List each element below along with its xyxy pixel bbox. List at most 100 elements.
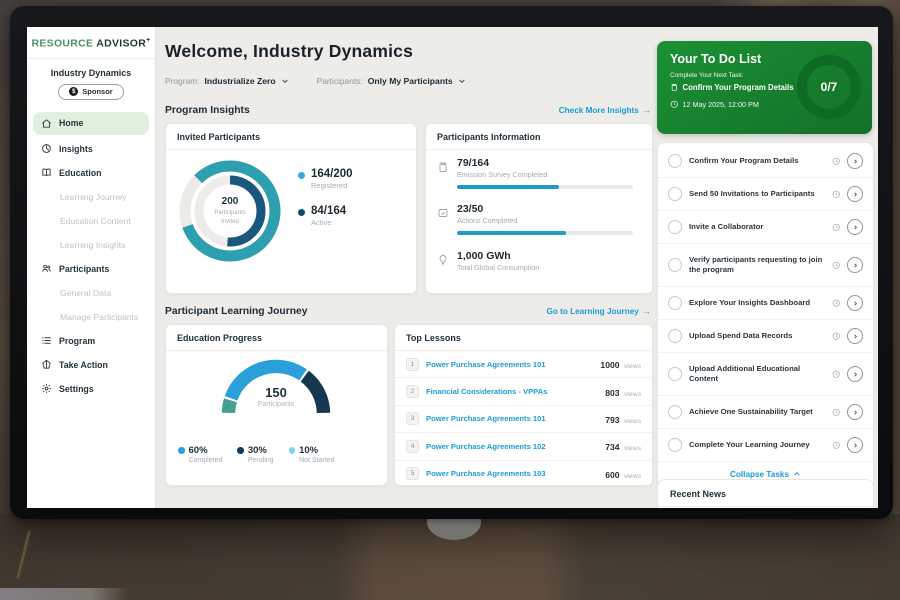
chevron-down-icon	[281, 77, 289, 85]
clock-icon	[832, 370, 841, 379]
views-label: views	[624, 473, 641, 480]
task-checkbox[interactable]	[668, 296, 682, 310]
todo-progress-ring: 0/7	[797, 55, 861, 119]
lesson-row[interactable]: 2 Financial Considerations - VPPAs 803 v…	[395, 378, 652, 405]
sidebar-item-label: Insights	[59, 144, 93, 154]
task-row[interactable]: Verify participants requesting to join t…	[658, 244, 873, 287]
lesson-link[interactable]: Financial Considerations - VPPAs	[426, 387, 598, 396]
sidebar-item-label: Education	[59, 168, 102, 178]
task-row[interactable]: Explore Your Insights Dashboard	[658, 287, 873, 320]
sidebar-item-education[interactable]: Education	[27, 161, 155, 185]
sidebar-item-manage-participants[interactable]: Manage Participants	[27, 305, 155, 329]
sidebar-item-learning-journey[interactable]: Learning Journey	[27, 185, 155, 209]
sidebar-item-label: Learning Insights	[60, 240, 125, 250]
task-checkbox[interactable]	[668, 438, 682, 452]
filters-row: Program: Industrialize Zero Participants…	[165, 76, 466, 86]
task-checkbox[interactable]	[668, 187, 682, 201]
lesson-row[interactable]: 4 Power Purchase Agreements 102 734 view…	[395, 433, 652, 460]
recent-news-title: Recent News	[658, 480, 873, 507]
clock-icon	[670, 100, 679, 109]
lesson-row[interactable]: 1 Power Purchase Agreements 101 1000 vie…	[395, 351, 652, 378]
people-icon	[41, 263, 52, 274]
task-checkbox[interactable]	[668, 220, 682, 234]
sidebar-item-learning-insights[interactable]: Learning Insights	[27, 233, 155, 257]
task-row[interactable]: Confirm Your Program Details	[658, 145, 873, 178]
task-checkbox[interactable]	[668, 329, 682, 343]
clock-icon	[832, 190, 841, 199]
todo-next-task: Confirm Your Program Details	[670, 83, 794, 92]
lesson-link[interactable]: Power Purchase Agreements 101	[426, 414, 598, 423]
participants-label: Participants:	[317, 76, 363, 86]
legend-pending: 30% Pending	[237, 445, 273, 464]
task-row[interactable]: Complete Your Learning Journey	[658, 429, 873, 462]
page-title: Welcome, Industry Dynamics	[165, 41, 413, 62]
lesson-row[interactable]: 5 Power Purchase Agreements 103 600 view…	[395, 461, 652, 487]
lesson-row[interactable]: 3 Power Purchase Agreements 101 793 view…	[395, 406, 652, 433]
rank-badge: 5	[406, 467, 419, 480]
lesson-link[interactable]: Power Purchase Agreements 101	[426, 360, 593, 369]
sidebar-item-label: Settings	[59, 384, 94, 394]
task-open-button[interactable]	[847, 437, 863, 453]
task-checkbox[interactable]	[668, 154, 682, 168]
legend-dot-pending	[237, 447, 244, 454]
task-row[interactable]: Upload Additional Educational Content	[658, 353, 873, 396]
task-open-button[interactable]	[847, 257, 863, 273]
task-row[interactable]: Upload Spend Data Records	[658, 320, 873, 353]
legend-registered: 164/200 Registered	[298, 168, 353, 190]
program-select[interactable]: Program: Industrialize Zero	[165, 76, 289, 86]
todo-progress-count: 0/7	[821, 80, 838, 94]
monitor-bezel: RESOURCE ADVISOR+ Industry Dynamics $ Sp…	[10, 6, 893, 519]
resource-advisor-logo: RESOURCE ADVISOR+	[27, 27, 155, 59]
task-label: Explore Your Insights Dashboard	[689, 294, 825, 312]
task-open-button[interactable]	[847, 186, 863, 202]
clock-icon	[832, 223, 841, 232]
lesson-link[interactable]: Power Purchase Agreements 103	[426, 469, 598, 478]
task-checkbox[interactable]	[668, 367, 682, 381]
views-count: 1000	[600, 360, 619, 370]
task-open-button[interactable]	[847, 153, 863, 169]
chevron-down-icon	[458, 77, 466, 85]
stat-actions-completed: 23/50 Actions Completed	[437, 203, 641, 235]
sidebar: RESOURCE ADVISOR+ Industry Dynamics $ Sp…	[27, 27, 155, 508]
participants-select[interactable]: Participants: Only My Participants	[317, 76, 466, 86]
task-row[interactable]: Invite a Collaborator	[658, 211, 873, 244]
logo-text-advisor: ADVISOR	[96, 38, 146, 50]
sidebar-item-home[interactable]: Home	[33, 112, 149, 135]
sidebar-item-education-content[interactable]: Education Content	[27, 209, 155, 233]
task-checkbox[interactable]	[668, 405, 682, 419]
home-icon	[41, 118, 52, 129]
sidebar-item-participants[interactable]: Participants	[27, 257, 155, 281]
stat-global-consumption: 1,000 GWh Total Global Consumption	[437, 250, 641, 272]
task-checkbox[interactable]	[668, 258, 682, 272]
legend-pct: 60%	[189, 445, 208, 456]
sidebar-item-insights[interactable]: Insights	[27, 137, 155, 161]
go-to-learning-journey-link[interactable]: Go to Learning Journey →	[546, 307, 651, 316]
legend-label: Completed	[189, 457, 223, 464]
task-open-button[interactable]	[847, 295, 863, 311]
check-more-insights-link[interactable]: Check More Insights →	[559, 106, 651, 115]
sidebar-item-settings[interactable]: Settings	[27, 377, 155, 401]
task-open-button[interactable]	[847, 328, 863, 344]
gauge-label: Participants	[214, 401, 338, 408]
task-row[interactable]: Send 50 Invitations to Participants	[658, 178, 873, 211]
sidebar-item-label: Program	[59, 336, 95, 346]
task-row[interactable]: Achieve One Sustainability Target	[658, 396, 873, 429]
legend-dot-completed	[178, 447, 185, 454]
task-open-button[interactable]	[847, 366, 863, 382]
program-label: Program:	[165, 76, 199, 86]
task-open-button[interactable]	[847, 219, 863, 235]
desk-edge-highlight	[0, 588, 130, 600]
sidebar-item-take-action[interactable]: Take Action	[27, 353, 155, 377]
task-open-button[interactable]	[847, 404, 863, 420]
rank-badge: 4	[406, 440, 419, 453]
lightbulb-icon	[437, 254, 449, 266]
sidebar-item-label: Education Content	[60, 216, 131, 226]
todo-subtitle: Complete Your Next Task:	[670, 72, 743, 79]
legend-label: Not Started	[299, 457, 334, 464]
sidebar-item-program[interactable]: Program	[27, 329, 155, 353]
donut-center: 200 Participants Invited	[174, 155, 286, 267]
lesson-link[interactable]: Power Purchase Agreements 102	[426, 442, 598, 451]
sidebar-item-general-data[interactable]: General Data	[27, 281, 155, 305]
due-date-label: 12 May 2025, 12:00 PM	[683, 100, 759, 109]
participants-information-card: Participants Information 79/164 Emission…	[425, 123, 653, 294]
